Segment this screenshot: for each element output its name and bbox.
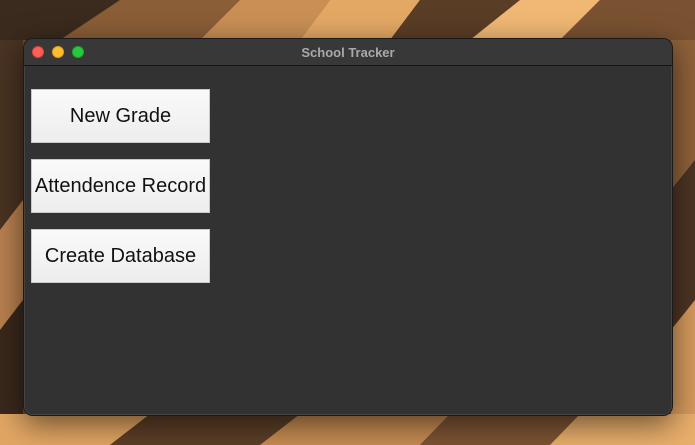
new-grade-button[interactable]: New Grade bbox=[31, 89, 210, 143]
window-title: School Tracker bbox=[301, 45, 395, 60]
app-window: School Tracker New Grade Attendence Reco… bbox=[23, 38, 673, 416]
window-content: New Grade Attendence Record Create Datab… bbox=[24, 67, 672, 415]
attendence-record-button[interactable]: Attendence Record bbox=[31, 159, 210, 213]
create-database-button[interactable]: Create Database bbox=[31, 229, 210, 283]
title-bar[interactable]: School Tracker bbox=[24, 39, 672, 66]
